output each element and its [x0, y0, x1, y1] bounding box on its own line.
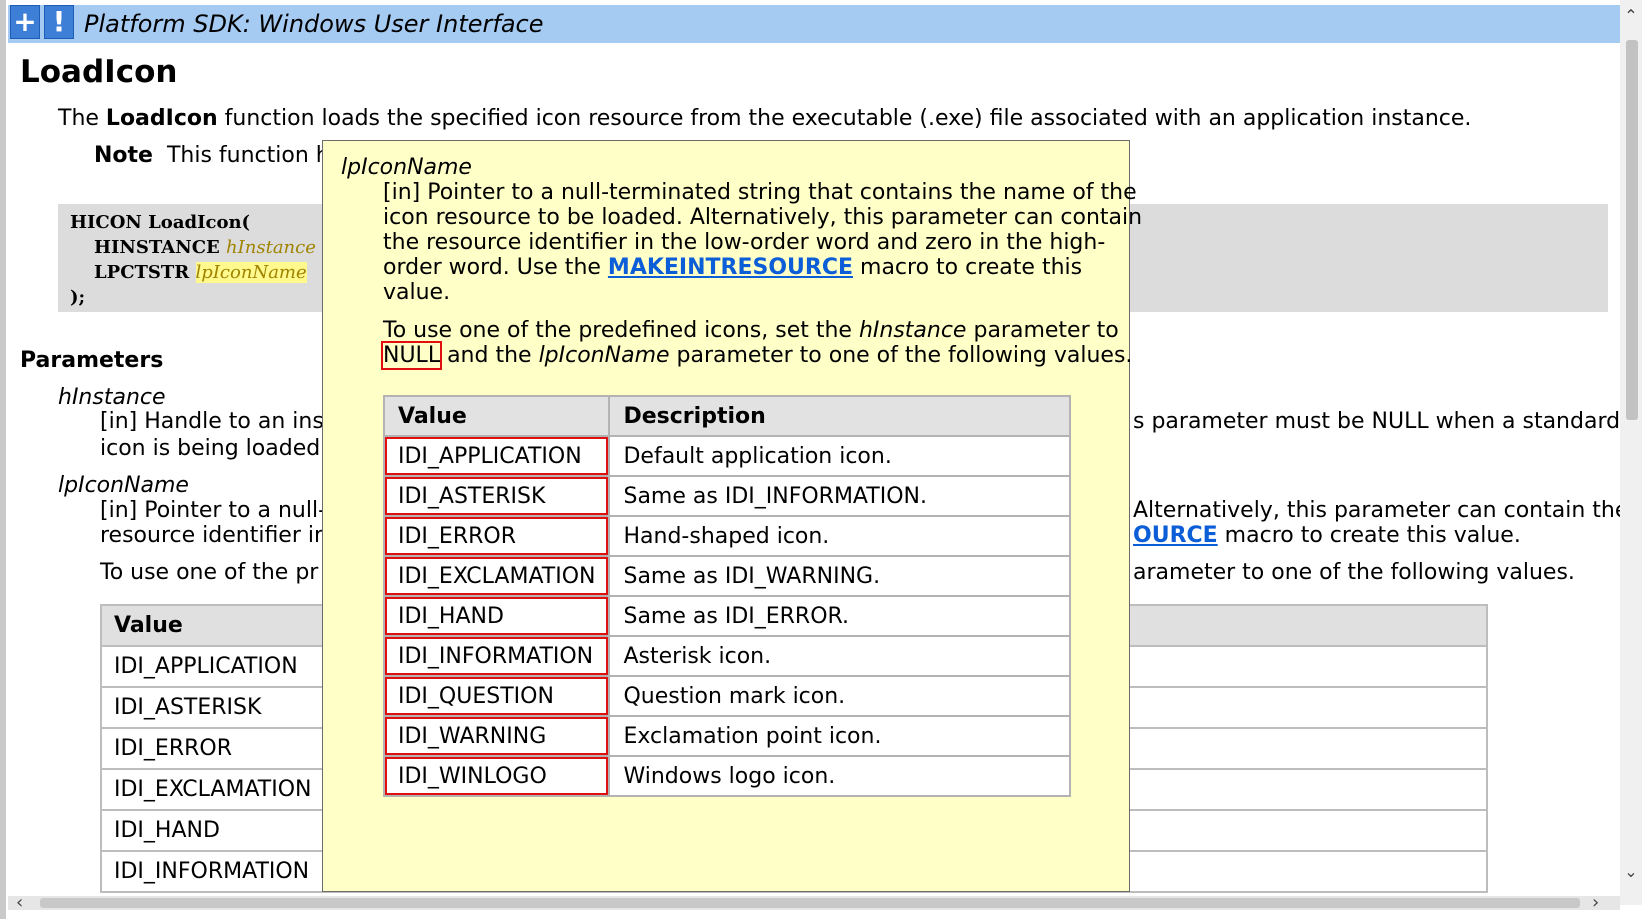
param-hinstance-desc-left: [in] Handle to an inst	[100, 409, 333, 434]
table-row: IDI_WINLOGO Windows logo icon.	[382, 755, 1071, 797]
help-viewer-window: + ! Platform SDK: Windows User Interface…	[0, 0, 1642, 919]
param-lpiconname-desc-2-right: OURCE macro to create this value.	[1133, 523, 1521, 548]
table-row: IDI_ASTERISK Same as IDI_INFORMATION.	[382, 475, 1071, 517]
param-hinstance-name: hInstance	[58, 385, 166, 410]
header-title: Platform SDK: Windows User Interface	[84, 10, 544, 38]
tooltip-values-table: Value Description IDI_APPLICATION Default…	[382, 395, 1071, 797]
param-lpiconname-desc-3-left: To use one of the pr	[100, 560, 319, 585]
table-row: IDI_EXCLAMATION Same as IDI_WARNING.	[382, 555, 1071, 597]
tooltip-p2-line-1: To use one of the predefined icons, set …	[383, 318, 1119, 343]
left-border	[0, 0, 6, 919]
tooltip-line-1: [in] Pointer to a null-terminated string…	[383, 180, 1137, 205]
makeintresource-link-partial[interactable]: OURCE	[1133, 523, 1218, 548]
note-paragraph: Note This function h	[94, 143, 330, 168]
table-row: IDI_QUESTION Question mark icon.	[382, 675, 1071, 717]
horizontal-scroll-thumb[interactable]	[40, 898, 1580, 908]
code-line-4: );	[70, 287, 86, 308]
table-row: IDI_WARNING Exclamation point icon.	[382, 715, 1071, 757]
code-line-3: LPCTSTR lpIconName	[94, 262, 307, 283]
chevron-up-icon[interactable]: ⌃	[1620, 6, 1642, 28]
tooltip-p2-line-2: NULL and the lpIconName parameter to one…	[380, 341, 1133, 370]
table-row: IDI_HAND Same as IDI_ERROR.	[382, 595, 1071, 637]
tooltip-table-header-row: Value Description	[382, 395, 1071, 437]
parameters-heading: Parameters	[20, 348, 164, 373]
param-lpiconname-name: lpIconName	[58, 473, 189, 498]
table-row: IDI_ERROR Hand-shaped icon.	[382, 515, 1071, 557]
page-title: LoadIcon	[20, 54, 178, 90]
param-hinstance-desc-2: icon is being loaded.	[100, 436, 328, 461]
chevron-down-icon[interactable]: ⌄	[1620, 862, 1642, 884]
param-hinstance-desc-right: s parameter must be NULL when a standard	[1133, 409, 1621, 434]
tooltip-line-3: the resource identifier in the low-order…	[383, 230, 1106, 255]
param-lpiconname-desc-right: Alternatively, this parameter can contai…	[1133, 498, 1629, 523]
tooltip-line-5: value.	[383, 280, 451, 305]
vertical-scroll-thumb[interactable]	[1626, 40, 1638, 420]
intro-paragraph: The LoadIcon function loads the specifie…	[58, 106, 1472, 131]
parameter-tooltip[interactable]: lpIconName [in] Pointer to a null-termin…	[322, 140, 1142, 892]
alert-button[interactable]: !	[44, 5, 74, 39]
table-row: IDI_INFORMATION Asterisk icon.	[382, 635, 1071, 677]
note-label: Note	[94, 143, 153, 168]
chevron-right-icon[interactable]: ›	[1592, 892, 1599, 913]
chevron-left-icon[interactable]: ‹	[16, 892, 23, 913]
code-line-2: HINSTANCE hInstance	[94, 237, 316, 258]
tooltip-line-2: icon resource to be loaded. Alternativel…	[383, 205, 1143, 230]
expand-button[interactable]: +	[10, 5, 40, 39]
header-description: Description	[608, 395, 1071, 437]
makeintresource-link[interactable]: MAKEINTRESOURCE	[608, 255, 853, 280]
param-lpiconname-desc-3-right: arameter to one of the following values.	[1133, 560, 1575, 585]
table-row: IDI_APPLICATION Default application icon.	[382, 435, 1071, 477]
header-value: Value	[382, 395, 611, 437]
param-lpiconname-desc-2-left: resource identifier in	[100, 523, 328, 548]
tooltip-line-4: order word. Use the MAKEINTRESOURCE macr…	[383, 255, 1083, 280]
code-line-1: HICON LoadIcon(	[70, 212, 251, 233]
tooltip-param-name: lpIconName	[341, 155, 472, 180]
null-highlight: NULL	[380, 341, 443, 370]
param-lpiconname-desc-left: [in] Pointer to a null-	[100, 498, 327, 523]
